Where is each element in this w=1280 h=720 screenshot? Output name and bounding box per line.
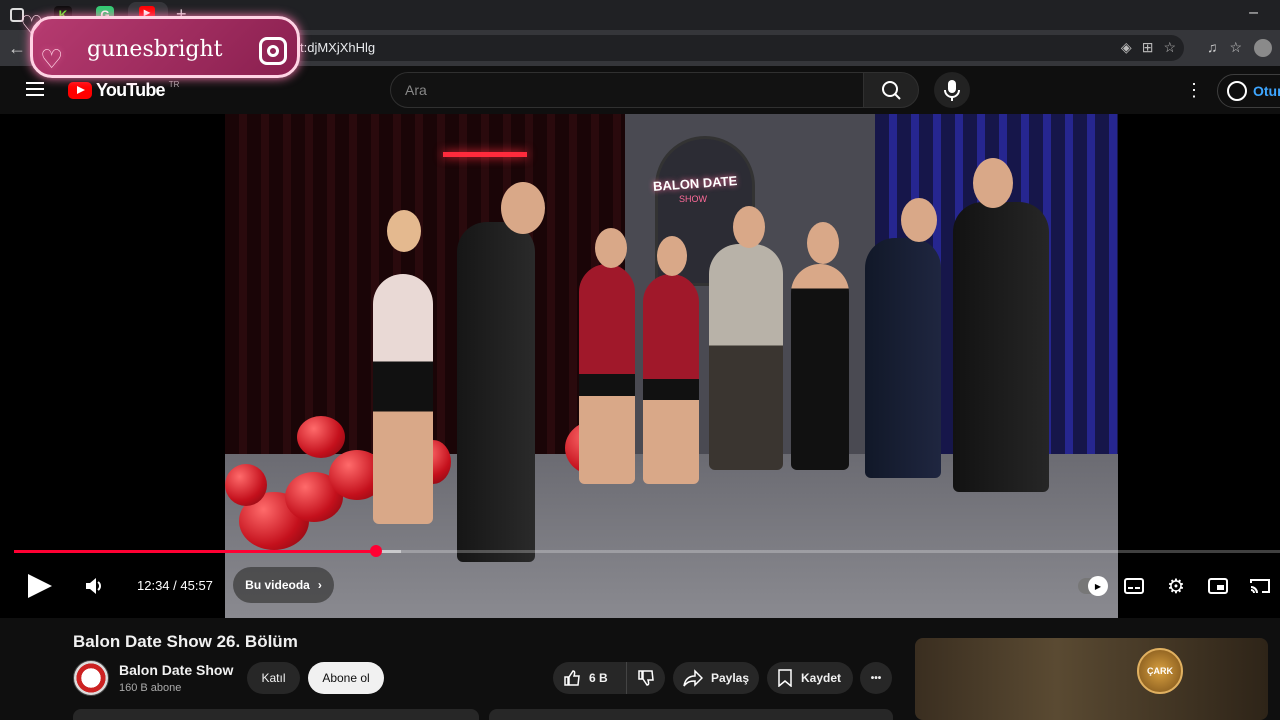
description-box[interactable] <box>73 709 479 720</box>
favorites-icon[interactable]: ☆ <box>1229 39 1242 57</box>
voice-search-button[interactable] <box>934 72 970 108</box>
chapter-label: Bu videoda <box>245 578 310 592</box>
head <box>901 198 937 242</box>
minimize-button[interactable]: – <box>1249 4 1258 22</box>
host-black-suit <box>457 222 535 562</box>
subscriber-count: 160 B abone <box>119 682 182 694</box>
more-dots-icon: ••• <box>870 672 882 684</box>
cast-icon[interactable] <box>1249 576 1271 596</box>
search-button[interactable] <box>863 72 919 108</box>
bookmark-icon <box>778 669 792 687</box>
watermark-badge: gunesbright <box>30 16 300 78</box>
miniplayer-icon[interactable] <box>1207 576 1229 596</box>
account-icon <box>1227 81 1247 101</box>
channel-avatar[interactable] <box>73 660 109 696</box>
like-dislike-group: 6 B <box>553 662 665 694</box>
scrub-handle[interactable] <box>370 545 383 557</box>
join-button[interactable]: Katıl <box>247 662 300 694</box>
more-actions-button[interactable]: ••• <box>860 662 892 694</box>
host-navy-suit <box>865 238 941 478</box>
contestant-plaid-1 <box>579 264 635 484</box>
contestant-woman-white-top <box>373 274 433 524</box>
like-button[interactable]: 6 B <box>553 662 627 694</box>
save-button[interactable]: Kaydet <box>767 662 853 694</box>
autoplay-play-icon: ▶ <box>1088 576 1108 596</box>
host-black-shirt <box>953 202 1049 492</box>
profile-avatar[interactable] <box>1254 39 1272 57</box>
share-button[interactable]: Paylaş <box>673 662 759 694</box>
ad-game-logo: ÇARK <box>1137 648 1183 694</box>
video-player[interactable]: BALON DATE SHOW 12:34 / 45:57 Bu videoda… <box>0 114 1280 618</box>
bookmark-star-icon[interactable]: ☆ <box>1163 39 1176 56</box>
subscribe-button[interactable]: Abone ol <box>308 662 384 694</box>
chapter-button[interactable]: Bu videoda › <box>233 567 334 603</box>
search-icon <box>882 81 901 100</box>
channel-name[interactable]: Balon Date Show <box>119 662 233 678</box>
chevron-right-icon: › <box>317 578 322 592</box>
head <box>387 210 421 252</box>
contestant-black-dress <box>791 264 849 470</box>
watermark-handle: gunesbright <box>87 37 223 62</box>
contestant-gray-blazer <box>709 244 783 470</box>
microphone-icon <box>944 80 960 101</box>
search-input[interactable]: Ara <box>390 72 864 108</box>
toolbar-right: ♫ ☆ <box>1207 39 1272 57</box>
head <box>595 228 627 268</box>
signin-button[interactable]: Otur <box>1217 74 1280 108</box>
url-text: t:djMXjXhHlg <box>300 40 376 55</box>
instagram-icon <box>259 37 287 65</box>
ad-thumbnail[interactable]: ÇARK <box>915 638 1268 720</box>
apps-icon[interactable]: ⊞ <box>1142 39 1154 56</box>
head <box>807 222 839 264</box>
balloon <box>225 464 267 506</box>
hamburger-menu-icon[interactable] <box>26 82 44 96</box>
seek-bar[interactable] <box>14 545 1280 557</box>
contestant-plaid-2 <box>643 274 699 484</box>
settings-more-icon[interactable]: ⋮ <box>1184 80 1204 101</box>
play-icon[interactable] <box>28 574 52 598</box>
logo-text: YouTube <box>96 80 166 100</box>
balloon <box>297 416 345 458</box>
heart-icon: ♡ <box>20 10 44 40</box>
share-arrow-icon <box>683 669 703 687</box>
time-display: 12:34 / 45:57 <box>137 578 213 593</box>
video-frame[interactable]: BALON DATE SHOW <box>225 114 1118 618</box>
red-light-bar <box>443 152 527 157</box>
head <box>973 158 1013 208</box>
share-label: Paylaş <box>711 671 750 685</box>
heart-icon: ♡ <box>40 44 64 74</box>
settings-gear-icon[interactable]: ⚙ <box>1165 576 1187 598</box>
volume-icon[interactable] <box>84 575 104 597</box>
youtube-logo[interactable]: YouTube TR <box>68 80 179 101</box>
signin-label: Otur <box>1253 83 1280 99</box>
subtitles-icon[interactable] <box>1123 576 1145 596</box>
video-title: Balon Date Show 26. Bölüm <box>73 632 298 651</box>
media-control-icon[interactable]: ♫ <box>1207 39 1218 57</box>
youtube-play-logo-icon <box>68 82 92 99</box>
dislike-button[interactable] <box>627 662 665 694</box>
neon-sign-sub: SHOW <box>679 194 707 204</box>
head <box>657 236 687 276</box>
thumbs-up-icon <box>564 670 580 686</box>
thumbs-down-icon <box>638 670 654 686</box>
search-placeholder: Ara <box>405 82 427 98</box>
head <box>501 182 545 234</box>
save-label: Kaydet <box>801 671 842 685</box>
logo-country-code: TR <box>168 80 180 89</box>
played-bar <box>14 550 377 553</box>
omnibox-icons: ◈ ⊞ ☆ <box>1121 39 1176 56</box>
back-arrow-icon[interactable]: ← <box>8 38 26 59</box>
head <box>733 206 765 248</box>
autoplay-toggle[interactable]: ▶ <box>1078 576 1108 596</box>
comments-box[interactable] <box>489 709 893 720</box>
like-count: 6 B <box>589 671 608 685</box>
translate-icon[interactable]: ◈ <box>1121 39 1132 56</box>
